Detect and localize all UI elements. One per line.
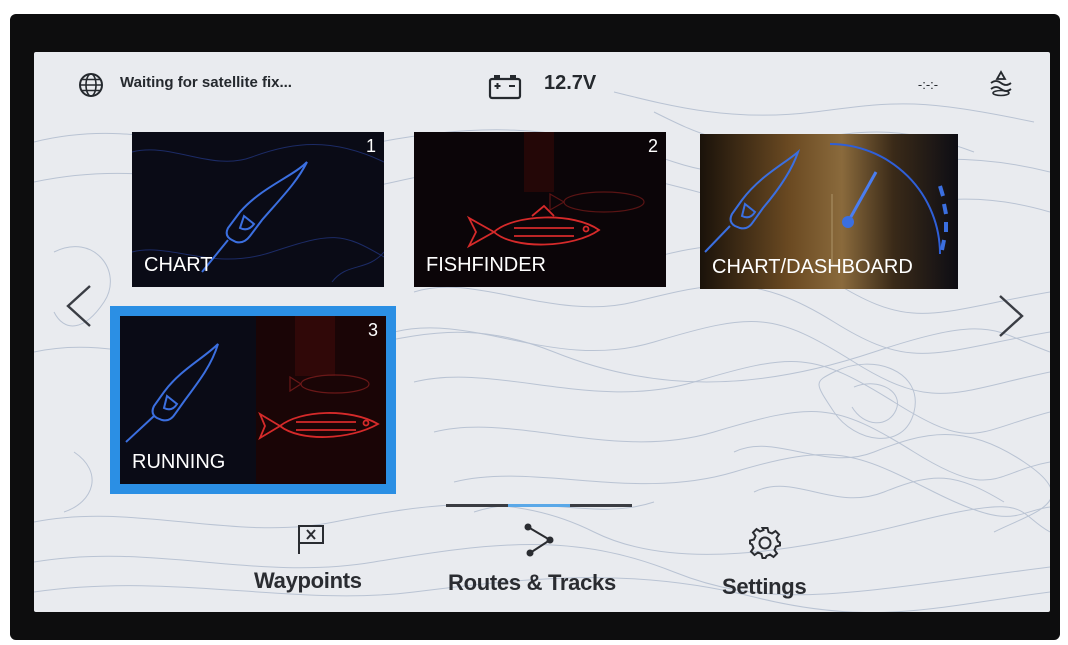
route-icon: [524, 523, 554, 557]
nmea-data-icon: -:-:-: [918, 78, 938, 92]
tile-label: CHART/DASHBOARD: [712, 256, 913, 278]
battery-icon: [488, 75, 522, 100]
page-indicator-segment-2-active: [508, 504, 570, 507]
tile-label: FISHFINDER: [426, 254, 546, 276]
waypoints-label: Waypoints: [254, 568, 362, 593]
app-tile-running[interactable]: 3 RUNNING: [120, 316, 386, 484]
routes-tracks-button[interactable]: Routes & Tracks: [444, 522, 644, 602]
chevron-left-icon[interactable]: [62, 282, 96, 330]
battery-voltage: 12.7V: [544, 72, 597, 94]
app-tile-chart-dashboard[interactable]: CHART/DASHBOARD: [700, 134, 958, 289]
ais-icon[interactable]: [988, 70, 1014, 98]
tile-label: CHART: [144, 254, 213, 276]
settings-label: Settings: [722, 574, 807, 599]
routes-tracks-label: Routes & Tracks: [448, 570, 616, 595]
page-indicator-segment-1: [446, 504, 508, 507]
gps-status-text: Waiting for satellite fix...: [120, 74, 292, 91]
selected-tile-highlight[interactable]: 3 RUNNING: [110, 306, 396, 494]
status-bar: Waiting for satellite fix... 12.7V -:-:-: [34, 52, 1050, 114]
tile-label: RUNNING: [132, 451, 226, 473]
waypoint-flag-icon: [298, 525, 324, 554]
page-indicator: [446, 504, 632, 507]
settings-button[interactable]: Settings: [718, 522, 828, 602]
globe-icon[interactable]: [78, 72, 104, 98]
app-tile-chart[interactable]: 1 CHART: [132, 132, 384, 287]
home-screen: Waiting for satellite fix... 12.7V -:-:-: [34, 52, 1050, 612]
tile-number: 3: [367, 320, 378, 340]
app-tile-fishfinder[interactable]: 2 FISHFINDER: [414, 132, 666, 287]
gear-icon: [749, 527, 781, 559]
tile-number: 1: [365, 136, 376, 156]
data-indicator-text: -:-:-: [918, 78, 938, 92]
waypoints-button[interactable]: Waypoints: [246, 522, 376, 602]
tile-number: 2: [647, 136, 658, 156]
chevron-right-icon[interactable]: [994, 292, 1028, 340]
page-indicator-segment-3: [570, 504, 632, 507]
